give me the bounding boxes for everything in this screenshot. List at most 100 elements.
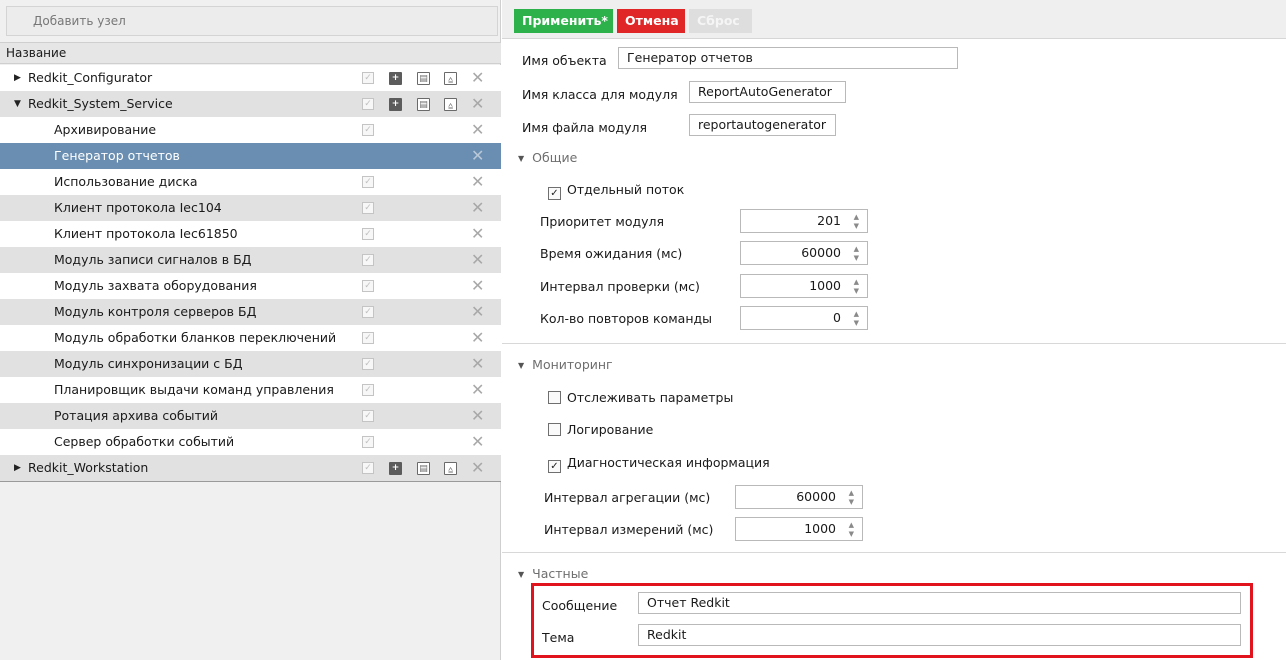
priority-stepper[interactable]: 201 ▲ ▼ — [740, 209, 868, 233]
enabled-checkbox-icon[interactable]: ✓ — [362, 462, 374, 474]
tree-row[interactable]: Модуль записи сигналов в БД ✓ ✕ — [0, 247, 501, 273]
cancel-button[interactable]: Отмена — [617, 9, 685, 33]
tree-row[interactable]: Клиент протокола Iec104 ✓ ✕ — [0, 195, 501, 221]
chevron-right-icon[interactable]: ▶ — [14, 455, 21, 481]
enabled-checkbox-icon[interactable]: ✓ — [362, 254, 374, 266]
delete-icon[interactable]: ✕ — [471, 377, 484, 403]
delete-icon[interactable]: ✕ — [471, 195, 484, 221]
tree-row[interactable]: Модуль синхронизации с БД ✓ ✕ — [0, 351, 501, 377]
tree-row[interactable]: ▼ Redkit_System_Service ✓ + ▤ ⩠ ✕ — [0, 91, 501, 117]
collapse-all-icon[interactable]: ⩠ — [444, 462, 457, 475]
enabled-checkbox-icon[interactable]: ✓ — [362, 410, 374, 422]
tree-row-label: Redkit_System_Service — [28, 96, 173, 111]
tree-row[interactable]: Архивирование ✓ ✕ — [0, 117, 501, 143]
spin-up-icon[interactable]: ▲ — [854, 213, 859, 221]
object-name-input[interactable]: Генератор отчетов — [618, 47, 958, 69]
delete-icon[interactable]: ✕ — [471, 429, 484, 455]
object-name-label: Имя объекта — [522, 53, 607, 68]
copy-icon[interactable]: ▤ — [417, 72, 430, 85]
delete-icon[interactable]: ✕ — [471, 403, 484, 429]
tree-row[interactable]: Использование диска ✓ ✕ — [0, 169, 501, 195]
collapse-all-icon[interactable]: ⩠ — [444, 98, 457, 111]
tree-row[interactable]: Ротация архива событий ✓ ✕ — [0, 403, 501, 429]
spin-up-icon[interactable]: ▲ — [854, 278, 859, 286]
tree-row[interactable]: Планировщик выдачи команд управления ✓ ✕ — [0, 377, 501, 403]
copy-icon[interactable]: ▤ — [417, 98, 430, 111]
spin-down-icon[interactable]: ▼ — [849, 530, 854, 538]
spin-up-icon[interactable]: ▲ — [849, 489, 854, 497]
wait-time-stepper[interactable]: 60000 ▲ ▼ — [740, 241, 868, 265]
enabled-checkbox-icon[interactable]: ✓ — [362, 436, 374, 448]
tree-row-label: Использование диска — [54, 174, 198, 189]
tree-row-label: Генератор отчетов — [54, 148, 180, 163]
delete-icon[interactable]: ✕ — [471, 117, 484, 143]
enabled-checkbox-icon[interactable]: ✓ — [362, 384, 374, 396]
module-class-input[interactable]: ReportAutoGenerator — [689, 81, 846, 103]
tree-row[interactable]: Модуль обработки бланков переключений ✓ ✕ — [0, 325, 501, 351]
tree-row[interactable]: ▶ Redkit_Workstation ✓ + ▤ ⩠ ✕ — [0, 455, 501, 481]
chevron-down-icon[interactable]: ▼ — [14, 91, 21, 117]
tree-row[interactable]: Генератор отчетов✓✕ — [0, 143, 501, 169]
add-node-button[interactable]: Добавить узел — [6, 6, 498, 36]
delete-icon[interactable]: ✕ — [471, 221, 484, 247]
tree-row-label: Модуль захвата оборудования — [54, 278, 257, 293]
aggregation-interval-stepper[interactable]: 60000 ▲ ▼ — [735, 485, 863, 509]
enabled-checkbox-icon[interactable]: ✓ — [362, 306, 374, 318]
enabled-checkbox-icon[interactable]: ✓ — [362, 332, 374, 344]
delete-icon[interactable]: ✕ — [471, 325, 484, 351]
spin-down-icon[interactable]: ▼ — [854, 222, 859, 230]
tree-row[interactable]: Клиент протокола Iec61850 ✓ ✕ — [0, 221, 501, 247]
delete-icon[interactable]: ✕ — [471, 143, 484, 169]
enabled-checkbox-icon[interactable]: ✓ — [362, 358, 374, 370]
delete-icon[interactable]: ✕ — [471, 91, 484, 117]
delete-icon[interactable]: ✕ — [471, 247, 484, 273]
enabled-checkbox-icon[interactable]: ✓ — [362, 228, 374, 240]
general-section-header[interactable]: ▼ Общие — [518, 150, 577, 165]
delete-icon[interactable]: ✕ — [471, 273, 484, 299]
check-interval-stepper[interactable]: 1000 ▲ ▼ — [740, 274, 868, 298]
section-divider — [502, 343, 1286, 344]
spin-down-icon[interactable]: ▼ — [854, 254, 859, 262]
tree-row[interactable]: Сервер обработки событий ✓ ✕ — [0, 429, 501, 455]
chevron-right-icon[interactable]: ▶ — [14, 65, 21, 91]
spin-down-icon[interactable]: ▼ — [854, 319, 859, 327]
add-child-icon[interactable]: + — [389, 72, 402, 85]
private-section-header[interactable]: ▼ Частные — [518, 566, 588, 581]
separate-thread-checkbox[interactable]: ✓ Отдельный поток — [548, 182, 684, 200]
enabled-checkbox-icon[interactable]: ✓ — [362, 176, 374, 188]
apply-button[interactable]: Применить* — [514, 9, 613, 33]
collapse-all-icon[interactable]: ⩠ — [444, 72, 457, 85]
enabled-checkbox-icon[interactable]: ✓ — [362, 202, 374, 214]
delete-icon[interactable]: ✕ — [471, 351, 484, 377]
delete-icon[interactable]: ✕ — [471, 65, 484, 91]
tree-row[interactable]: ▶ Redkit_Configurator ✓ + ▤ ⩠ ✕ — [0, 65, 501, 91]
delete-icon[interactable]: ✕ — [471, 455, 484, 481]
wait-time-value: 60000 — [801, 245, 841, 260]
copy-icon[interactable]: ▤ — [417, 462, 430, 475]
delete-icon[interactable]: ✕ — [471, 299, 484, 325]
spin-up-icon[interactable]: ▲ — [849, 521, 854, 529]
spin-up-icon[interactable]: ▲ — [854, 310, 859, 318]
enabled-checkbox-icon[interactable]: ✓ — [362, 98, 374, 110]
module-file-input[interactable]: reportautogenerator — [689, 114, 836, 136]
enabled-checkbox-icon[interactable]: ✓ — [362, 280, 374, 292]
track-params-checkbox[interactable]: Отслеживать параметры — [548, 390, 733, 405]
diagnostics-checkbox[interactable]: ✓ Диагностическая информация — [548, 455, 770, 473]
add-child-icon[interactable]: + — [389, 462, 402, 475]
logging-checkbox[interactable]: Логирование — [548, 422, 653, 437]
enabled-checkbox-icon[interactable]: ✓ — [362, 72, 374, 84]
tree-row-label: Redkit_Configurator — [28, 70, 153, 85]
add-child-icon[interactable]: + — [389, 98, 402, 111]
spin-up-icon[interactable]: ▲ — [854, 245, 859, 253]
measure-interval-stepper[interactable]: 1000 ▲ ▼ — [735, 517, 863, 541]
spin-down-icon[interactable]: ▼ — [854, 287, 859, 295]
retry-count-stepper[interactable]: 0 ▲ ▼ — [740, 306, 868, 330]
reset-button[interactable]: Сброс — [689, 9, 752, 33]
monitoring-section-header[interactable]: ▼ Мониторинг — [518, 357, 613, 372]
enabled-checkbox-icon[interactable]: ✓ — [362, 124, 374, 136]
name-column-header[interactable]: Название — [0, 42, 501, 64]
spin-down-icon[interactable]: ▼ — [849, 498, 854, 506]
tree-row[interactable]: Модуль захвата оборудования ✓ ✕ — [0, 273, 501, 299]
tree-row[interactable]: Модуль контроля серверов БД ✓ ✕ — [0, 299, 501, 325]
delete-icon[interactable]: ✕ — [471, 169, 484, 195]
